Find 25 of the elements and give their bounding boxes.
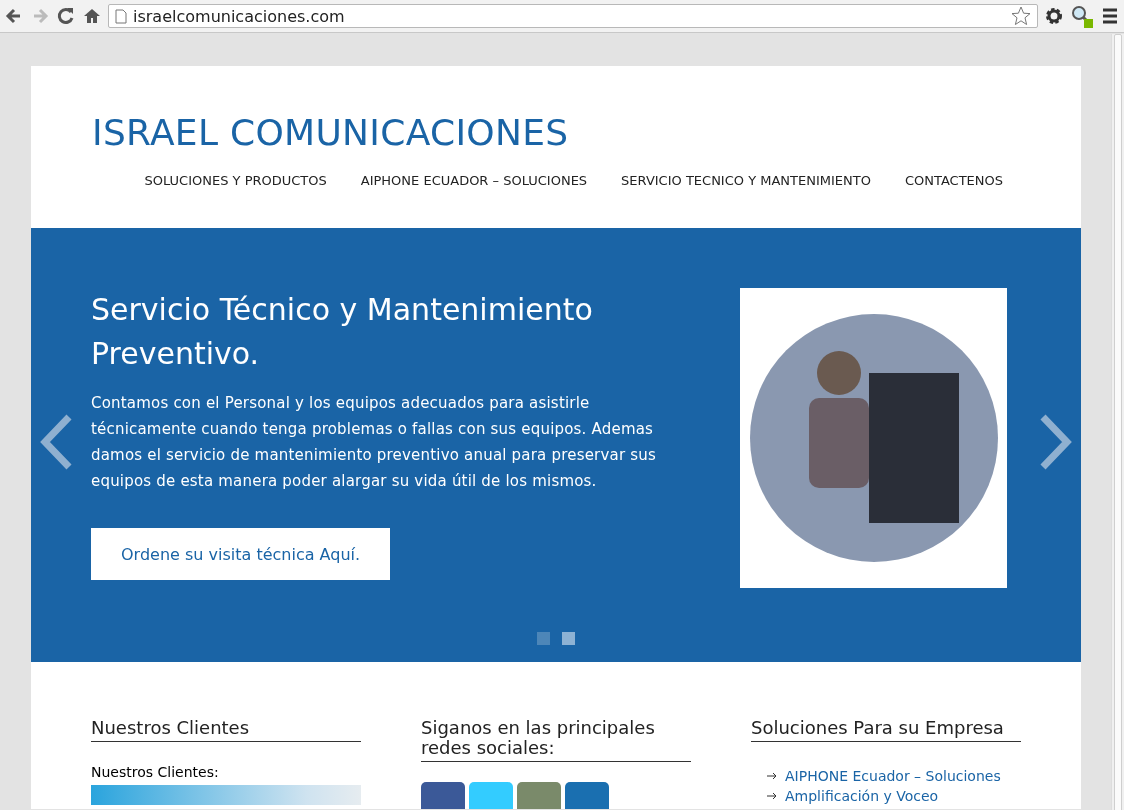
menu-icon[interactable] [1100, 6, 1120, 26]
magnifier-icon[interactable] [1070, 4, 1094, 28]
clients-label: Nuestros Clientes: [91, 764, 219, 780]
nav-link[interactable]: SOLUCIONES Y PRODUCTOS [144, 173, 327, 188]
arrow-icon [767, 772, 777, 780]
settings-icon[interactable] [1044, 6, 1064, 26]
reload-icon[interactable] [56, 6, 76, 26]
widget-title: Nuestros Clientes [91, 718, 361, 742]
solution-link[interactable]: Amplificación y Voceo [785, 788, 939, 804]
address-bar[interactable]: israelcomunicaciones.com [108, 4, 1038, 28]
nav-link[interactable]: CONTACTENOS [904, 173, 1003, 188]
widget-title: Siganos en las principales redes sociales: [421, 718, 691, 762]
arrow-icon [767, 792, 777, 800]
star-icon[interactable] [1011, 6, 1031, 26]
nav-link[interactable]: SERVICIO TECNICO Y MANTENIMIENTO [621, 173, 871, 188]
widget-title: Soluciones Para su Empresa [751, 718, 1021, 742]
page-icon [115, 8, 127, 24]
site-title[interactable]: ISRAEL COMUNICACIONES [92, 112, 569, 153]
solution-link[interactable]: AIPHONE Ecuador – Soluciones [785, 768, 1001, 784]
slide-heading: Servicio Técnico y Mantenimiento Preventivo. [91, 291, 594, 373]
scrollbar-thumb[interactable] [1114, 34, 1122, 810]
home-icon[interactable] [82, 6, 102, 26]
nav-link[interactable]: AIPHONE ECUADOR – SOLUCIONES [360, 173, 588, 188]
slide-text: Contamos con el Personal y los equipos adecuados para asistirle técnicamente cuando tenga problemas o fallas con sus equipos. Ademas damos el servicio de mantenimiento preventivo anual para preservar sus equipos de esta manera poder alargar su vida útil de los mismos. [91, 393, 657, 492]
order-visit-button[interactable]: Ordene su visita técnica Aquí. [91, 528, 391, 580]
